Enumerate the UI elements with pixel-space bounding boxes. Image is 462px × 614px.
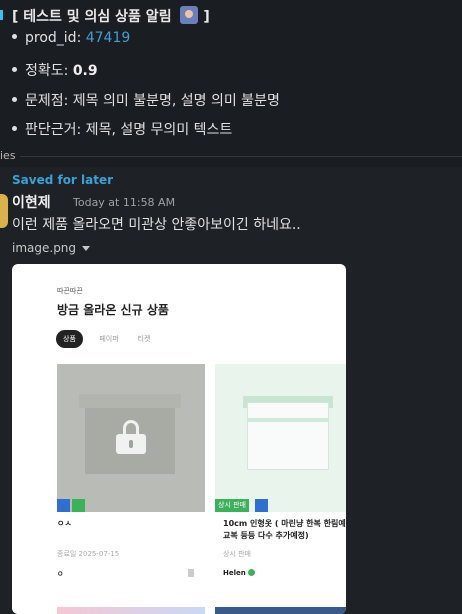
alert-message: [ 테스트 및 의심 상품 알림 ] prod_id: 47419 정확도: 0… — [0, 0, 462, 158]
chevron-down-icon — [82, 246, 91, 251]
shield-badge-icon — [57, 499, 70, 512]
message-text: 이런 제품 올라오면 미관상 안좋아보이긴 하네요.. — [12, 217, 301, 233]
alert-item-problem: 문제점: 제목 의미 불분명, 설명 의미 불분명 — [12, 90, 280, 110]
alert-item-prod-id: prod_id: 47419 — [12, 30, 130, 46]
alert-item-label: 정확도: — [25, 63, 73, 79]
message-divider — [20, 156, 462, 157]
alert-item-label: 문제점: 제목 의미 불분명, 설명 의미 불분명 — [25, 93, 280, 109]
message-timestamp[interactable]: Today at 11:58 AM — [73, 196, 175, 209]
alert-item-reason: 판단근거: 제목, 설명 무의미 텍스트 — [12, 119, 232, 139]
box-illustration — [247, 402, 329, 470]
product-seller[interactable]: Helen — [223, 569, 255, 577]
preview-heading: 방금 올라온 신규 상품 — [57, 303, 169, 317]
saved-for-later-label[interactable]: Saved for later — [12, 173, 113, 187]
product-meta: 종료일 2025-07-15 — [57, 550, 120, 558]
avatar[interactable] — [0, 194, 8, 228]
accuracy-value: 0.9 — [72, 63, 98, 79]
tab-products[interactable]: 상품 — [56, 330, 83, 348]
preview-small-label: 따끈따끈 — [57, 287, 83, 295]
lock-icon — [116, 420, 146, 454]
alert-title-text: [ 테스트 및 의심 상품 알림 — [12, 9, 172, 25]
tab-paper[interactable]: 페이퍼 — [94, 330, 124, 348]
bookmark-icon[interactable] — [188, 569, 194, 577]
next-product-image[interactable] — [215, 607, 346, 614]
check-badge-icon — [72, 499, 85, 512]
next-product-image[interactable] — [57, 607, 205, 614]
police-officer-icon — [180, 6, 199, 24]
alert-title: [ 테스트 및 의심 상품 알림 ] — [12, 6, 210, 26]
image-preview[interactable]: 따끈따끈 방금 올라온 신규 상품 상품 페이퍼 티켓 ㅇㅅ 종료일 2025-… — [12, 264, 346, 614]
product-meta: 상시 판매 — [223, 550, 251, 558]
status-badge: 상시 판매 — [215, 499, 249, 512]
bullet-icon — [12, 34, 17, 39]
bullet-icon — [12, 67, 17, 72]
thread-replies-link[interactable]: ies — [0, 149, 16, 162]
file-name: image.png — [12, 241, 77, 255]
message-author[interactable]: 이현제 — [12, 192, 51, 212]
alert-item-accuracy: 정확도: 0.9 — [12, 60, 98, 80]
alert-item-label: 판단근거: 제목, 설명 무의미 텍스트 — [25, 122, 233, 138]
product-image[interactable] — [215, 364, 346, 512]
tab-ticket[interactable]: 티켓 — [133, 330, 155, 348]
prod-id-link[interactable]: 47419 — [86, 30, 131, 46]
unread-indicator — [0, 10, 3, 20]
product-seller[interactable]: ㅇ — [57, 569, 63, 579]
file-attachment-toggle[interactable]: image.png — [12, 241, 91, 255]
product-title[interactable]: ㅇㅅ — [57, 518, 72, 530]
box-stripe — [247, 418, 329, 422]
alert-item-label: prod_id: — [25, 30, 86, 46]
alert-title-end: ] — [203, 9, 210, 25]
product-title-line2[interactable]: 교복 등등 다수 추가예정) — [223, 530, 309, 542]
shield-badge-icon — [255, 499, 268, 512]
verified-icon — [247, 569, 255, 576]
product-title-line1[interactable]: 10cm 인형옷 ( 마린냥 한복 한림예 — [223, 518, 346, 530]
bullet-icon — [12, 97, 17, 102]
seller-name: Helen — [223, 569, 246, 577]
bullet-icon — [12, 126, 17, 131]
product-image-locked[interactable] — [57, 364, 205, 512]
